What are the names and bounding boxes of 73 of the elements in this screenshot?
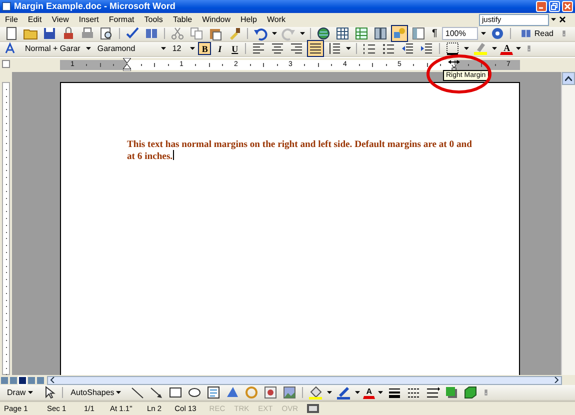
caret-icon <box>161 47 166 50</box>
close-icon <box>563 2 572 11</box>
menu-item[interactable]: Work <box>266 15 286 24</box>
restore-icon <box>550 2 559 11</box>
caret-icon <box>355 391 360 394</box>
right-margin-marker[interactable] <box>448 58 460 71</box>
caret-icon <box>551 18 556 22</box>
caret-icon <box>272 32 277 36</box>
window-title: Margin Example.doc - Microsoft Word <box>14 1 176 12</box>
menu-item[interactable]: Window <box>201 15 232 24</box>
normal-view-icon[interactable] <box>1 376 8 384</box>
document-map-icon[interactable] <box>410 25 427 42</box>
caret-icon <box>346 47 352 50</box>
zoom-field[interactable]: 100% <box>442 27 478 40</box>
caret-icon <box>378 391 384 394</box>
bold-button[interactable]: B <box>198 42 212 56</box>
document-icon <box>2 2 11 11</box>
shapes-icon[interactable] <box>391 25 408 42</box>
read-button[interactable]: Read <box>515 27 556 40</box>
draw-menu[interactable]: Draw <box>3 386 39 400</box>
style-dropdown[interactable]: Normal + Garar <box>22 42 84 56</box>
align-justify-icon[interactable] <box>307 40 324 58</box>
italic-button[interactable]: I <box>213 42 226 56</box>
caret-icon <box>28 391 33 394</box>
spelling-status-icon[interactable] <box>307 404 319 414</box>
close-button[interactable] <box>562 0 573 12</box>
scissors-icon[interactable] <box>169 25 186 42</box>
menu-item[interactable]: Edit <box>26 15 43 24</box>
font-size-dropdown[interactable]: 12 <box>169 42 188 56</box>
paint-bucket-icon[interactable] <box>307 384 324 402</box>
menu-item[interactable]: Table <box>172 15 194 24</box>
caret-icon <box>300 32 305 36</box>
scroll-right-icon[interactable] <box>554 377 559 384</box>
restore-button[interactable] <box>549 0 560 12</box>
caret-icon <box>516 47 522 50</box>
indent-marker[interactable] <box>123 58 131 71</box>
caret-icon <box>86 47 92 50</box>
scroll-up-icon[interactable] <box>562 72 575 85</box>
annotation-ellipse <box>426 54 492 94</box>
text-cursor <box>172 150 174 160</box>
underline-button[interactable]: U <box>228 42 242 56</box>
globe-icon[interactable] <box>315 25 332 42</box>
tab-selector[interactable] <box>2 60 10 68</box>
columns-icon[interactable] <box>372 25 389 42</box>
table-icon[interactable] <box>334 25 351 42</box>
caret-icon <box>116 391 122 394</box>
menu-item[interactable]: Format <box>108 15 136 24</box>
menu-item[interactable]: File <box>4 15 19 24</box>
minimize-icon <box>539 6 543 9</box>
show-hide-button[interactable]: ¶ <box>429 27 440 40</box>
line-color-icon[interactable] <box>335 384 352 402</box>
font-dropdown[interactable]: Garamond <box>94 42 158 56</box>
paragraph: This text has normal margins on the right and left side. Default margins are at 0 and at 6 inches. <box>127 138 473 162</box>
menu-item[interactable]: Help <box>240 15 258 24</box>
reading-view-icon[interactable] <box>37 376 44 384</box>
caret-icon <box>492 47 498 50</box>
text-box-icon[interactable] <box>205 384 222 402</box>
print-layout-icon[interactable] <box>19 376 26 384</box>
minimize-button[interactable] <box>536 0 547 12</box>
copy-icon[interactable] <box>188 25 205 42</box>
caret-icon <box>481 32 486 36</box>
spreadsheet-icon[interactable] <box>353 25 370 42</box>
caret-icon <box>464 47 470 50</box>
caret-icon <box>190 47 196 50</box>
highlighter-icon[interactable] <box>472 40 490 58</box>
border-icon[interactable] <box>444 40 462 58</box>
scroll-left-icon[interactable] <box>50 377 55 384</box>
picture-icon[interactable] <box>281 384 298 402</box>
autoshapes-menu[interactable]: AutoShapes <box>66 386 128 400</box>
menu-item[interactable]: Tools <box>143 15 164 24</box>
menu-item[interactable]: Insert <box>78 15 100 24</box>
caret-icon <box>327 391 332 394</box>
menu-item[interactable]: View <box>50 15 70 24</box>
